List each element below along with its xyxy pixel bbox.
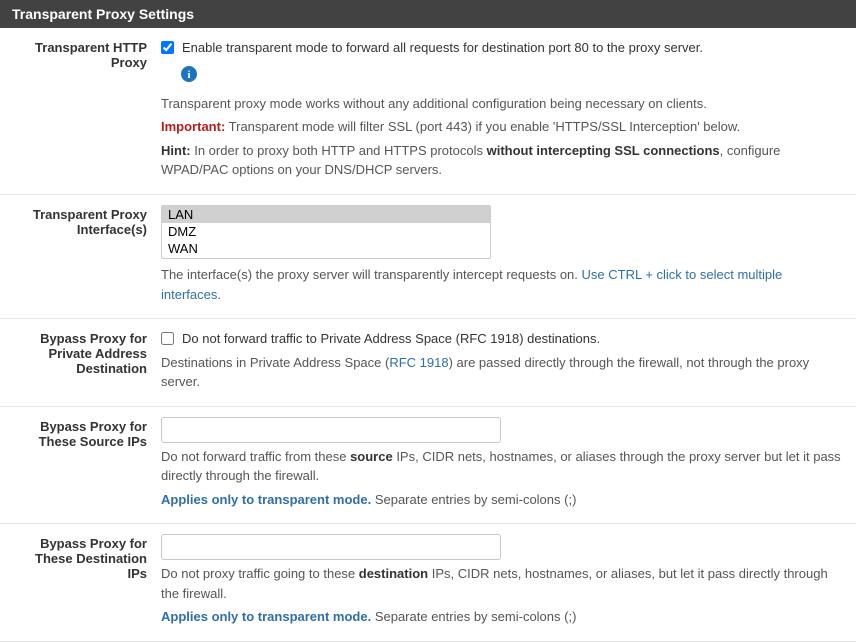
- bypass-source-applies-post: Separate entries by semi-colons (;): [371, 492, 576, 507]
- bypass-source-input[interactable]: [161, 417, 501, 443]
- transparent-http-checkbox-label: Enable transparent mode to forward all r…: [182, 38, 703, 58]
- bypass-source-help: Do not forward traffic from these source…: [161, 447, 844, 486]
- http-proxy-hint: Hint: In order to proxy both HTTP and HT…: [161, 141, 844, 180]
- hint-label: Hint:: [161, 143, 191, 158]
- row-http-proxy: Transparent HTTP Proxy Enable transparen…: [0, 28, 856, 195]
- bypass-dest-help: Do not proxy traffic going to these dest…: [161, 564, 844, 603]
- row-bypass-dest: Bypass Proxy for These Destination IPs D…: [0, 524, 856, 642]
- important-text: Transparent mode will filter SSL (port 4…: [225, 119, 740, 134]
- field-bypass-source: Do not forward traffic from these source…: [147, 417, 844, 510]
- hint-bold: without intercepting SSL connections: [487, 143, 720, 158]
- row-bypass-source: Bypass Proxy for These Source IPs Do not…: [0, 407, 856, 525]
- interface-option-wan[interactable]: WAN: [162, 240, 490, 257]
- interfaces-help: The interface(s) the proxy server will t…: [161, 265, 844, 304]
- bypass-source-help-pre: Do not forward traffic from these: [161, 449, 350, 464]
- label-http-proxy: Transparent HTTP Proxy: [12, 38, 147, 180]
- field-bypass-private: Do not forward traffic to Private Addres…: [147, 329, 844, 392]
- bypass-dest-applies: Applies only to transparent mode. Separa…: [161, 607, 844, 627]
- bypass-private-checkbox-label: Do not forward traffic to Private Addres…: [182, 329, 600, 349]
- bypass-private-help: Destinations in Private Address Space (R…: [161, 353, 844, 392]
- transparent-http-checkbox[interactable]: [161, 41, 174, 54]
- bypass-dest-help-bold: destination: [359, 566, 428, 581]
- label-bypass-source: Bypass Proxy for These Source IPs: [12, 417, 147, 510]
- bypass-source-applies: Applies only to transparent mode. Separa…: [161, 490, 844, 510]
- http-proxy-desc1: Transparent proxy mode works without any…: [161, 94, 844, 114]
- bypass-private-help-pre: Destinations in Private Address Space (: [161, 355, 389, 370]
- label-bypass-private: Bypass Proxy for Private Address Destina…: [12, 329, 147, 392]
- label-bypass-dest: Bypass Proxy for These Destination IPs: [12, 534, 147, 627]
- hint-pre: In order to proxy both HTTP and HTTPS pr…: [191, 143, 487, 158]
- panel-title: Transparent Proxy Settings: [0, 0, 856, 28]
- row-interfaces: Transparent Proxy Interface(s) LAN DMZ W…: [0, 195, 856, 320]
- info-icon[interactable]: i: [181, 66, 197, 82]
- bypass-source-applies-label: Applies only to transparent mode.: [161, 492, 371, 507]
- row-bypass-private: Bypass Proxy for Private Address Destina…: [0, 319, 856, 407]
- interface-option-lan[interactable]: LAN: [162, 206, 490, 223]
- bypass-dest-help-pre: Do not proxy traffic going to these: [161, 566, 359, 581]
- svg-text:i: i: [187, 69, 190, 81]
- http-proxy-important: Important: Transparent mode will filter …: [161, 117, 844, 137]
- bypass-dest-applies-post: Separate entries by semi-colons (;): [371, 609, 576, 624]
- interfaces-select[interactable]: LAN DMZ WAN: [161, 205, 491, 259]
- bypass-dest-applies-label: Applies only to transparent mode.: [161, 609, 371, 624]
- rfc1918-link[interactable]: RFC 1918: [389, 355, 448, 370]
- field-interfaces: LAN DMZ WAN The interface(s) the proxy s…: [147, 205, 844, 305]
- bypass-private-checkbox[interactable]: [161, 332, 174, 345]
- bypass-dest-input[interactable]: [161, 534, 501, 560]
- bypass-source-help-bold: source: [350, 449, 393, 464]
- interfaces-help-pre: The interface(s) the proxy server will t…: [161, 267, 582, 282]
- important-label: Important:: [161, 119, 225, 134]
- field-http-proxy: Enable transparent mode to forward all r…: [147, 38, 844, 180]
- field-bypass-dest: Do not proxy traffic going to these dest…: [147, 534, 844, 627]
- interface-option-dmz[interactable]: DMZ: [162, 223, 490, 240]
- label-interfaces: Transparent Proxy Interface(s): [12, 205, 147, 305]
